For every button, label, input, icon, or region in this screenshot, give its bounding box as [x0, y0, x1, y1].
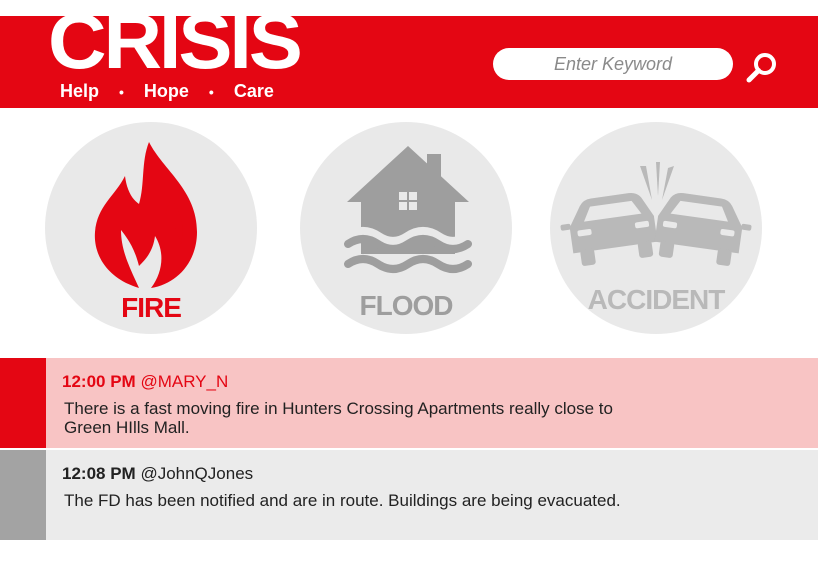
search-button[interactable] — [744, 50, 780, 86]
feed-item[interactable]: 12:00 PM @MARY_N There is a fast moving … — [0, 358, 818, 448]
feed-indicator — [0, 450, 46, 540]
feed-text: There is a fast moving fire in Hunters C… — [64, 399, 613, 437]
category-fire-label: FIRE — [121, 292, 182, 323]
feed-time: 12:08 PM — [62, 464, 136, 483]
category-fire[interactable]: FIRE — [45, 122, 257, 334]
search-icon — [746, 53, 776, 83]
feed-meta: 12:08 PM @JohnQJones — [62, 464, 253, 484]
category-accident-label: ACCIDENT — [587, 284, 726, 315]
house-flood-icon — [343, 146, 473, 273]
header: CRISIS Help • Hope • Care — [0, 16, 818, 108]
category-flood-label: FLOOD — [359, 290, 454, 321]
feed-text: The FD has been notified and are in rout… — [64, 491, 621, 510]
feed-indicator — [0, 358, 46, 448]
tagline-hope: Hope — [143, 81, 189, 101]
tagline-dot: • — [119, 83, 124, 100]
search-input[interactable] — [493, 48, 733, 80]
feed-item[interactable]: 12:08 PM @JohnQJones The FD has been not… — [0, 450, 818, 540]
feed-user[interactable]: @MARY_N — [140, 372, 228, 391]
feed-meta: 12:00 PM @MARY_N — [62, 372, 228, 392]
tagline-care: Care — [233, 81, 274, 101]
feed-user[interactable]: @JohnQJones — [140, 464, 253, 483]
car-crash-icon — [560, 162, 752, 266]
tagline-dot: • — [208, 83, 214, 100]
category-flood[interactable]: FLOOD — [300, 122, 512, 334]
logo[interactable]: CRISIS — [48, 16, 303, 80]
feed-time: 12:00 PM — [62, 372, 136, 391]
tagline: Help • Hope • Care — [60, 81, 274, 102]
fire-icon — [94, 142, 197, 288]
category-accident[interactable]: ACCIDENT — [550, 122, 762, 334]
tagline-help: Help — [60, 81, 100, 101]
